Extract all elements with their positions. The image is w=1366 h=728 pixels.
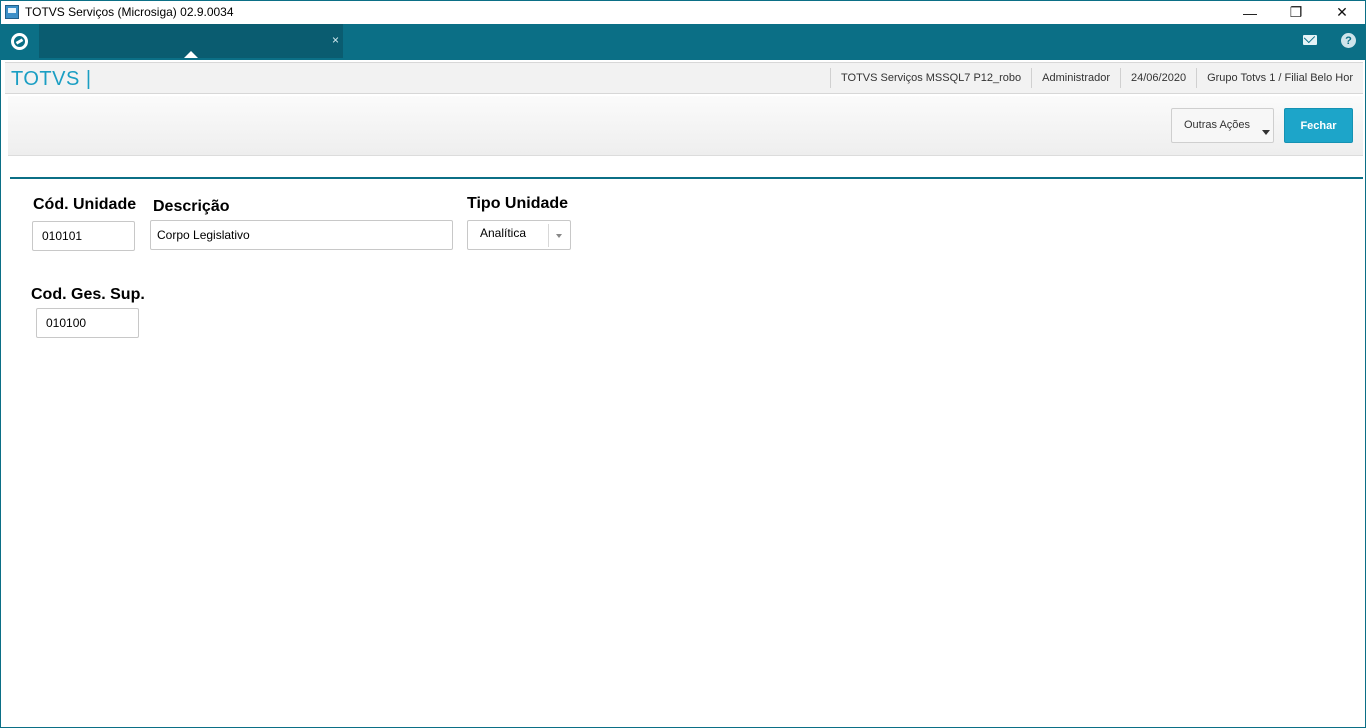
descricao-label: Descrição [153, 198, 230, 215]
date-info: 24/06/2020 [1120, 68, 1196, 88]
minimize-button[interactable]: — [1227, 1, 1273, 24]
tipo-unidade-label: Tipo Unidade [467, 195, 569, 212]
open-routine-tab[interactable]: × [39, 24, 343, 58]
descricao-input[interactable] [150, 220, 453, 250]
cod-unidade-input[interactable] [32, 221, 135, 251]
app-window: TOTVS Serviços (Microsiga) 02.9.0034 — ❐… [0, 0, 1366, 728]
maximize-button[interactable]: ❐ [1273, 1, 1319, 24]
other-actions-label: Outras Ações [1184, 119, 1251, 131]
title-bar: TOTVS Serviços (Microsiga) 02.9.0034 — ❐… [1, 1, 1365, 24]
cod-ges-sup-label: Cod. Ges. Sup. [31, 286, 145, 303]
close-button[interactable]: Fechar [1284, 108, 1353, 143]
window-title: TOTVS Serviços (Microsiga) 02.9.0034 [25, 5, 234, 19]
tipo-unidade-value: Analítica [480, 226, 527, 240]
cod-unidade-label: Cód. Unidade [33, 196, 137, 213]
top-navigation-bar: × ? [1, 24, 1365, 60]
user-info: Administrador [1031, 68, 1120, 88]
session-info: TOTVS Serviços MSSQL7 P12_robo Administr… [830, 63, 1363, 93]
tipo-unidade-select[interactable]: Analítica [467, 220, 571, 250]
close-window-button[interactable]: ✕ [1319, 1, 1365, 24]
dropdown-arrow-icon[interactable] [548, 224, 568, 247]
action-toolbar: Outras Ações Fechar [8, 96, 1363, 156]
company-info: Grupo Totvs 1 / Filial Belo Hor [1196, 68, 1363, 88]
tab-close-icon[interactable]: × [332, 33, 339, 47]
help-icon[interactable]: ? [1341, 33, 1356, 48]
environment-info: TOTVS Serviços MSSQL7 P12_robo [830, 68, 1031, 88]
other-actions-button[interactable]: Outras Ações [1171, 108, 1274, 143]
chevron-down-icon [1262, 130, 1270, 135]
cod-ges-sup-input[interactable] [36, 308, 139, 338]
brand-logo-text: TOTVS | [11, 68, 92, 90]
content-divider [10, 177, 1363, 179]
totvs-logo-icon[interactable] [11, 33, 28, 50]
info-bar: TOTVS | TOTVS Serviços MSSQL7 P12_robo A… [5, 62, 1363, 94]
mail-icon[interactable] [1303, 35, 1317, 45]
app-icon [5, 5, 19, 19]
tab-active-caret-icon [184, 51, 198, 58]
